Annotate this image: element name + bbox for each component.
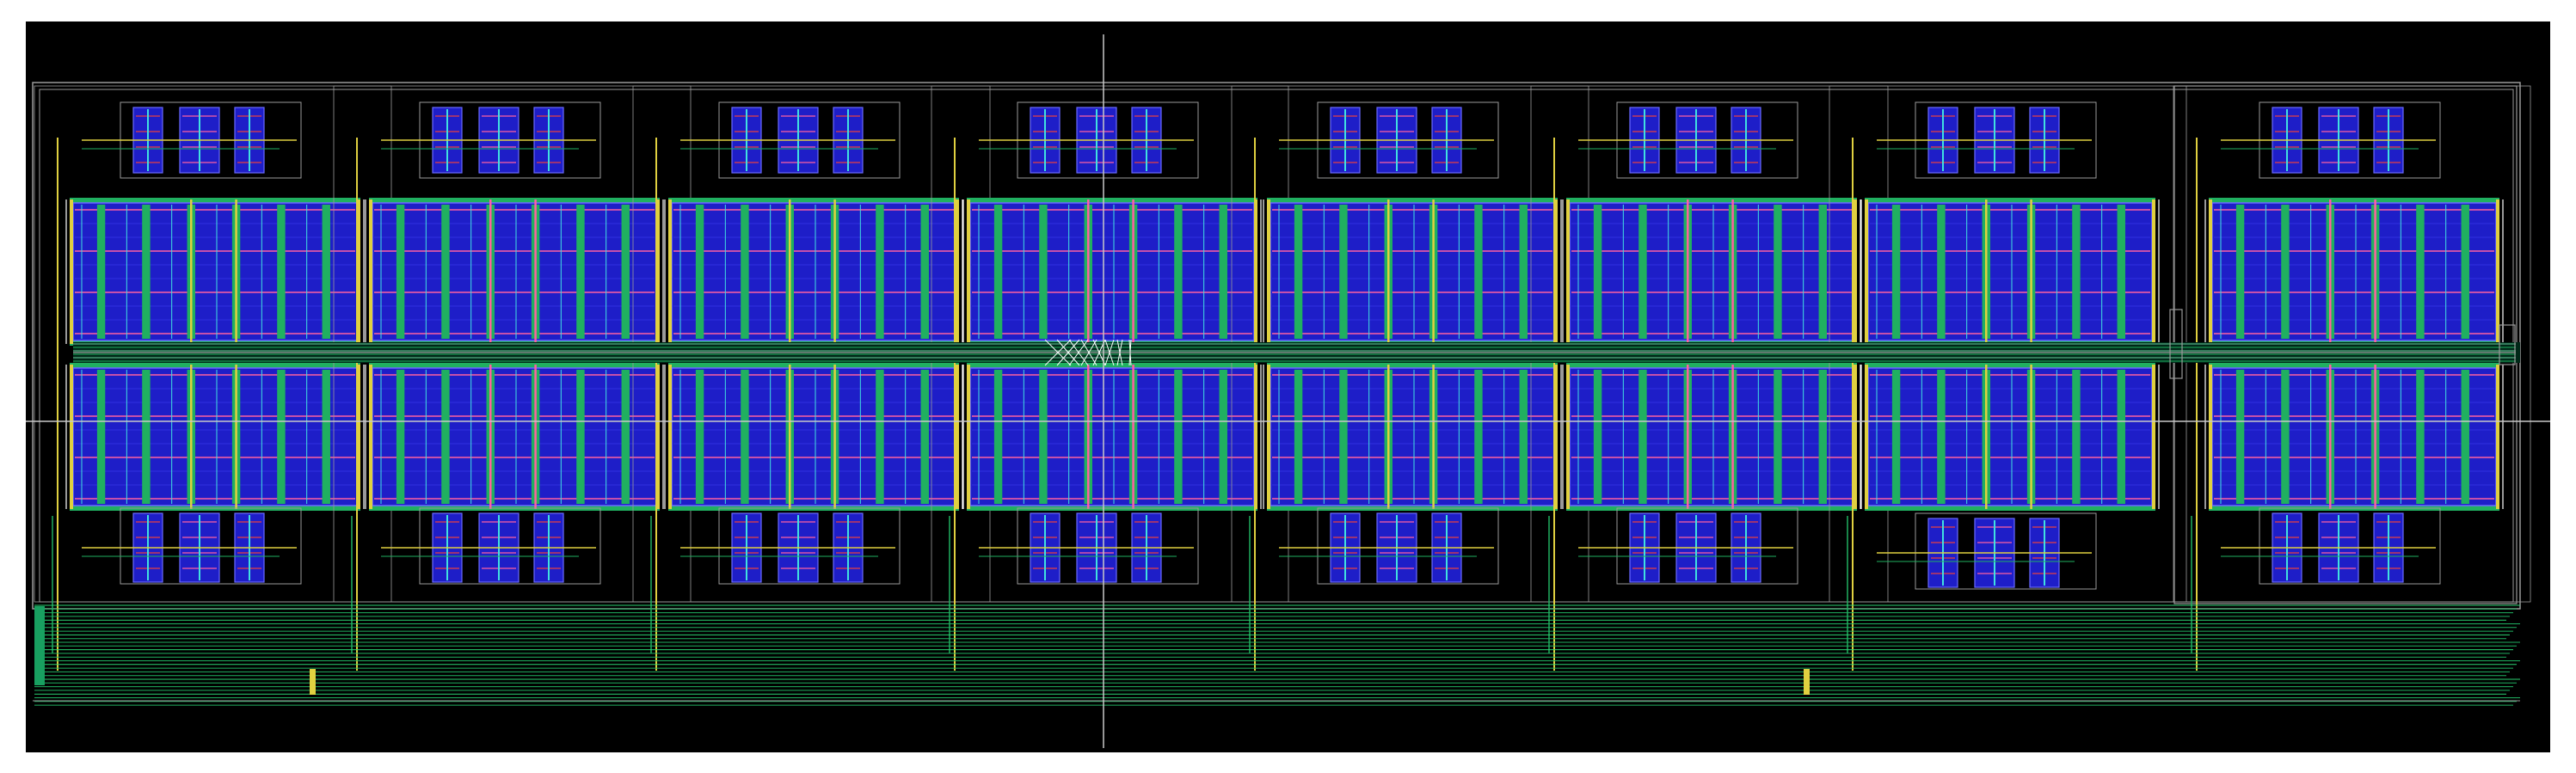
finger-metal bbox=[1294, 370, 1303, 504]
upper-device-array bbox=[1860, 198, 2160, 346]
finger-metal bbox=[1219, 370, 1227, 504]
finger-metal bbox=[1339, 205, 1348, 339]
finger-metal bbox=[1294, 205, 1303, 339]
finger-metal bbox=[142, 370, 151, 504]
finger-metal bbox=[1039, 205, 1048, 339]
finger-metal bbox=[741, 370, 749, 504]
lower-device-array bbox=[664, 363, 963, 511]
bus-tap bbox=[1804, 669, 1810, 695]
finger-metal bbox=[1339, 370, 1348, 504]
finger-metal bbox=[576, 370, 585, 504]
finger-metal bbox=[1891, 370, 1901, 504]
finger-metal bbox=[396, 205, 405, 339]
finger-metal bbox=[2461, 205, 2469, 339]
upper-device-array bbox=[962, 198, 1262, 346]
upper-device-array bbox=[65, 198, 365, 346]
lower-device-array bbox=[65, 363, 365, 511]
lower-device-array bbox=[962, 363, 1262, 511]
finger-metal bbox=[920, 205, 929, 339]
finger-metal bbox=[396, 370, 405, 504]
lower-device-array bbox=[2204, 363, 2504, 511]
finger-metal bbox=[142, 205, 151, 339]
finger-metal bbox=[695, 370, 704, 504]
finger-metal bbox=[576, 205, 585, 339]
finger-metal bbox=[277, 205, 286, 339]
finger-metal bbox=[441, 370, 450, 504]
finger-metal bbox=[1937, 370, 1946, 504]
finger-metal bbox=[441, 205, 450, 339]
finger-metal bbox=[876, 205, 884, 339]
finger-metal bbox=[621, 370, 630, 504]
finger-metal bbox=[1219, 205, 1227, 339]
finger-metal bbox=[277, 370, 286, 504]
lower-device-array bbox=[365, 363, 664, 511]
bus-origin-block bbox=[34, 606, 45, 685]
finger-metal bbox=[621, 205, 630, 339]
upper-device-array bbox=[664, 198, 963, 346]
upper-device-array bbox=[365, 198, 664, 346]
upper-device-array bbox=[1263, 198, 1562, 346]
finger-metal bbox=[2281, 370, 2290, 504]
finger-metal bbox=[2416, 205, 2425, 339]
finger-metal bbox=[2281, 205, 2290, 339]
upper-device-array bbox=[1562, 198, 1861, 346]
bus-tap bbox=[310, 669, 316, 695]
upper-device-array bbox=[2204, 198, 2504, 346]
finger-metal bbox=[1937, 205, 1946, 339]
finger-metal bbox=[2235, 370, 2245, 504]
finger-metal bbox=[1818, 370, 1827, 504]
finger-metal bbox=[2416, 370, 2425, 504]
finger-metal bbox=[2461, 370, 2469, 504]
finger-metal bbox=[96, 205, 106, 339]
finger-metal bbox=[1891, 205, 1901, 339]
finger-metal bbox=[741, 205, 749, 339]
finger-metal bbox=[2235, 205, 2245, 339]
finger-metal bbox=[1174, 370, 1183, 504]
finger-metal bbox=[2072, 370, 2081, 504]
lower-device-array bbox=[1263, 363, 1562, 511]
finger-metal bbox=[1818, 205, 1827, 339]
finger-metal bbox=[993, 205, 1003, 339]
finger-metal bbox=[920, 370, 929, 504]
finger-metal bbox=[96, 370, 106, 504]
finger-metal bbox=[1519, 205, 1528, 339]
finger-metal bbox=[2072, 205, 2081, 339]
finger-metal bbox=[993, 370, 1003, 504]
finger-metal bbox=[2117, 205, 2125, 339]
finger-metal bbox=[1174, 205, 1183, 339]
finger-metal bbox=[1474, 205, 1483, 339]
finger-metal bbox=[695, 205, 704, 339]
finger-metal bbox=[1774, 205, 1782, 339]
finger-metal bbox=[322, 205, 330, 339]
finger-metal bbox=[322, 370, 330, 504]
finger-metal bbox=[1774, 370, 1782, 504]
finger-metal bbox=[1638, 370, 1647, 504]
finger-metal bbox=[1519, 370, 1528, 504]
finger-metal bbox=[1593, 370, 1602, 504]
layout-canvas[interactable] bbox=[0, 0, 2576, 773]
finger-metal bbox=[1593, 205, 1602, 339]
finger-metal bbox=[1474, 370, 1483, 504]
finger-metal bbox=[1638, 205, 1647, 339]
lower-device-array bbox=[1562, 363, 1861, 511]
lower-device-array bbox=[1860, 363, 2160, 511]
finger-metal bbox=[876, 370, 884, 504]
finger-metal bbox=[1039, 370, 1048, 504]
finger-metal bbox=[2117, 370, 2125, 504]
